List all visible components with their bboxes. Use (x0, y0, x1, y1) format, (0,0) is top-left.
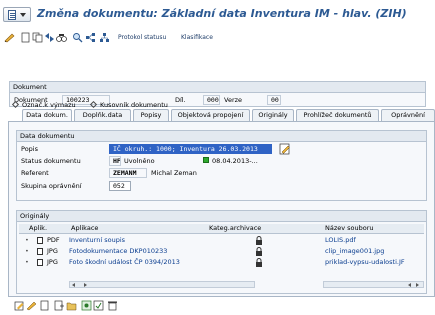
document-part-field: 000 (203, 95, 220, 105)
compare-icon[interactable] (44, 32, 55, 43)
scroll-right-icon[interactable] (84, 283, 87, 287)
tab-object-links[interactable]: Objektová propojení (171, 109, 250, 121)
create-icon[interactable] (20, 32, 31, 43)
edit-original-icon[interactable] (14, 300, 25, 311)
document-menu-icon[interactable] (3, 7, 31, 22)
originals-section: Originály Aplik. Aplikace Kateg.archivac… (16, 210, 427, 294)
tab-authorizations[interactable]: Oprávnění (381, 109, 435, 121)
scroll-right-icon[interactable] (416, 283, 419, 287)
referent-label: Referent (21, 169, 49, 177)
column-file-name: Název souboru (325, 224, 374, 232)
application-toolbar: Protokol statusu Klasifikace (0, 28, 435, 48)
display-change-icon[interactable] (4, 32, 15, 43)
expand-icon[interactable]: • (25, 258, 29, 267)
table-row[interactable]: • PDF Inventurní soupis LOLIS.pdf (19, 236, 424, 246)
hierarchy-icon[interactable] (99, 32, 110, 43)
file-name[interactable]: priklad-vypsu-udalosti.JF (325, 258, 423, 267)
file-type: JPG (47, 247, 58, 255)
originals-title: Originály (17, 211, 426, 222)
description-label: Popis (21, 145, 38, 153)
protocol-status-button[interactable]: Protokol statusu (118, 34, 166, 41)
application-name[interactable]: Foto škodní událost ČP 0394/2013 (69, 258, 180, 267)
title-bar: Změna dokumentu: Základní data Inventura… (0, 0, 435, 28)
create-original-icon[interactable] (39, 300, 50, 311)
originals-table-header: Aplik. Aplikace Kateg.archivace Název so… (19, 224, 424, 234)
change-original-icon[interactable] (26, 300, 37, 311)
file-name[interactable]: clip_image001.jpg (325, 247, 384, 256)
document-version-label: Verze (224, 96, 243, 104)
tab-additional-data[interactable]: Doplňk.data (74, 109, 131, 121)
window-title: Změna dokumentu: Základní data Inventura… (37, 7, 407, 20)
file-type: JPG (47, 258, 58, 266)
document-status-text: Uvolněno (124, 157, 155, 165)
open-folder-icon[interactable] (66, 300, 77, 311)
lock-icon (256, 247, 262, 256)
table-row[interactable]: • JPG Fotodokumentace DKP010233 clip_ima… (19, 247, 424, 257)
tab-originals[interactable]: Originály (252, 109, 294, 121)
document-status-code: HF (109, 156, 121, 166)
scroll-left-icon[interactable] (408, 283, 411, 287)
view-original-icon[interactable] (81, 300, 92, 311)
long-text-edit-icon[interactable] (279, 143, 291, 155)
application-name[interactable]: Inventurní soupis (69, 236, 125, 245)
find-icon[interactable] (56, 32, 67, 43)
description-input[interactable]: IČ okruh.: 1000; Inventura 26.03.2013 (109, 144, 272, 154)
auth-group-label: Skupina oprávnění (21, 182, 82, 190)
navigate-icon[interactable] (85, 32, 96, 43)
search-icon[interactable] (72, 32, 83, 43)
check-original-icon[interactable] (93, 300, 104, 311)
document-data-title: Data dokumentu (17, 131, 426, 142)
tab-document-viewer[interactable]: Prohlížeč dokumentů (296, 109, 379, 121)
application-name[interactable]: Fotodokumentace DKP010233 (69, 247, 167, 256)
delete-original-icon[interactable] (107, 300, 118, 311)
document-data-section: Data dokumentu Popis IČ okruh.: 1000; In… (16, 130, 427, 201)
tab-descriptions[interactable]: Popisy (133, 109, 169, 121)
lock-icon (256, 236, 262, 245)
expand-icon[interactable]: • (25, 236, 29, 245)
application-scrollbar[interactable] (69, 281, 255, 288)
document-bom-label: Kusovník dokumentu (100, 101, 168, 109)
classification-button[interactable]: Klasifikace (181, 34, 213, 41)
jpg-file-icon (37, 248, 43, 255)
tab-strip: Data dokum. Doplňk.data Popisy Objektová… (10, 109, 435, 122)
lock-icon (256, 258, 262, 267)
document-status-date: 08.04.2013-... (212, 157, 258, 165)
document-status-label: Status dokumentu (21, 157, 81, 165)
file-name[interactable]: LOLIS.pdf (325, 236, 356, 245)
column-app-short: Aplik. (29, 224, 48, 232)
document-part-label: Díl. (175, 96, 186, 104)
new-original-icon[interactable] (54, 300, 65, 311)
referent-code-field: ZEMANM (109, 168, 147, 178)
scroll-left-icon[interactable] (72, 283, 75, 287)
table-row[interactable]: • JPG Foto škodní událost ČP 0394/2013 p… (19, 258, 424, 268)
referent-name: Michal Zeman (151, 169, 197, 177)
pdf-file-icon (37, 237, 43, 244)
column-archive-category: Kateg.archivace (209, 224, 262, 232)
expand-icon[interactable]: • (25, 247, 29, 256)
copy-icon[interactable] (32, 32, 43, 43)
file-name-scrollbar[interactable] (323, 281, 424, 288)
document-panel-title: Dokument (10, 82, 425, 93)
document-version-field: 00 (267, 95, 281, 105)
status-green-icon (203, 157, 209, 163)
auth-group-input[interactable]: 052 (109, 181, 131, 191)
file-type: PDF (47, 236, 60, 244)
deletion-flag-label: Označ.k výmazu (22, 101, 76, 109)
column-application: Aplikace (71, 224, 99, 232)
jpg-file-icon (37, 259, 43, 266)
